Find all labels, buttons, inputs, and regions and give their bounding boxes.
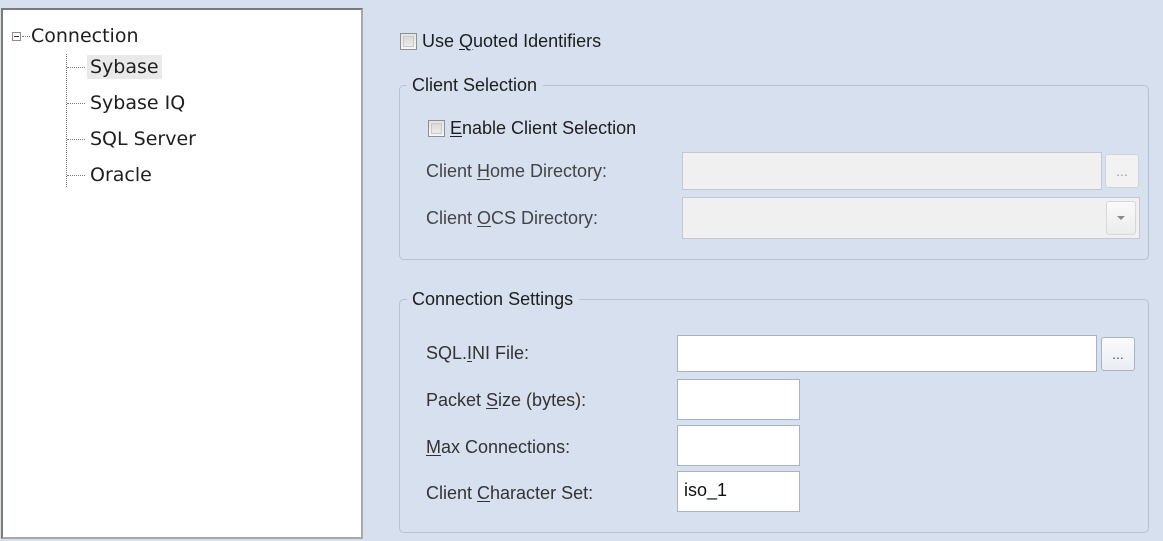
client-ocs-directory-label: Client OCS Directory: bbox=[426, 208, 599, 228]
enable-client-selection-label[interactable]: Enable Client Selection bbox=[450, 117, 636, 139]
use-quoted-identifiers-checkbox[interactable] bbox=[400, 33, 417, 50]
packet-size-label: Packet Size (bytes): bbox=[426, 390, 587, 410]
client-home-directory-label: Client Home Directory: bbox=[426, 161, 608, 181]
tree-item-connection[interactable]: Connection bbox=[31, 24, 139, 48]
navigation-tree[interactable]: Connection Sybase Sybase IQ SQL Server O… bbox=[1, 8, 363, 539]
max-connections-input[interactable] bbox=[677, 425, 800, 466]
max-connections-label: Max Connections: bbox=[426, 437, 571, 457]
sql-ini-file-browse-button[interactable]: ... bbox=[1101, 337, 1135, 371]
collapse-icon[interactable] bbox=[12, 32, 21, 41]
tree-connector bbox=[67, 103, 85, 104]
client-home-directory-input[interactable] bbox=[682, 152, 1102, 190]
packet-size-input[interactable] bbox=[677, 379, 800, 420]
tree-item-sybase-iq[interactable]: Sybase IQ bbox=[87, 91, 188, 115]
enable-client-selection-checkbox[interactable] bbox=[428, 120, 445, 137]
client-home-directory-browse-button[interactable]: ... bbox=[1105, 154, 1139, 188]
tree-connector bbox=[66, 54, 67, 187]
tree-connector bbox=[67, 139, 85, 140]
client-ocs-directory-dropdown[interactable] bbox=[682, 197, 1140, 239]
sql-ini-file-label: SQL.INI File: bbox=[426, 343, 530, 363]
connection-settings-title: Connection Settings bbox=[407, 288, 580, 310]
tree-item-sybase[interactable]: Sybase bbox=[87, 55, 162, 79]
tree-item-partial bbox=[27, 538, 137, 539]
client-character-set-label: Client Character Set: bbox=[426, 483, 594, 503]
tree-item-sql-server[interactable]: SQL Server bbox=[87, 127, 199, 151]
client-selection-title: Client Selection bbox=[407, 74, 544, 96]
tree-connector bbox=[22, 36, 30, 37]
sql-ini-file-input[interactable] bbox=[677, 335, 1097, 372]
client-character-set-input[interactable]: iso_1 bbox=[677, 471, 800, 512]
tree-item-oracle[interactable]: Oracle bbox=[87, 163, 155, 187]
tree-connector bbox=[67, 67, 85, 68]
tree-connector bbox=[67, 175, 85, 176]
use-quoted-identifiers-label[interactable]: Use Quoted Identifiers bbox=[422, 30, 601, 52]
chevron-down-icon[interactable] bbox=[1106, 201, 1136, 235]
